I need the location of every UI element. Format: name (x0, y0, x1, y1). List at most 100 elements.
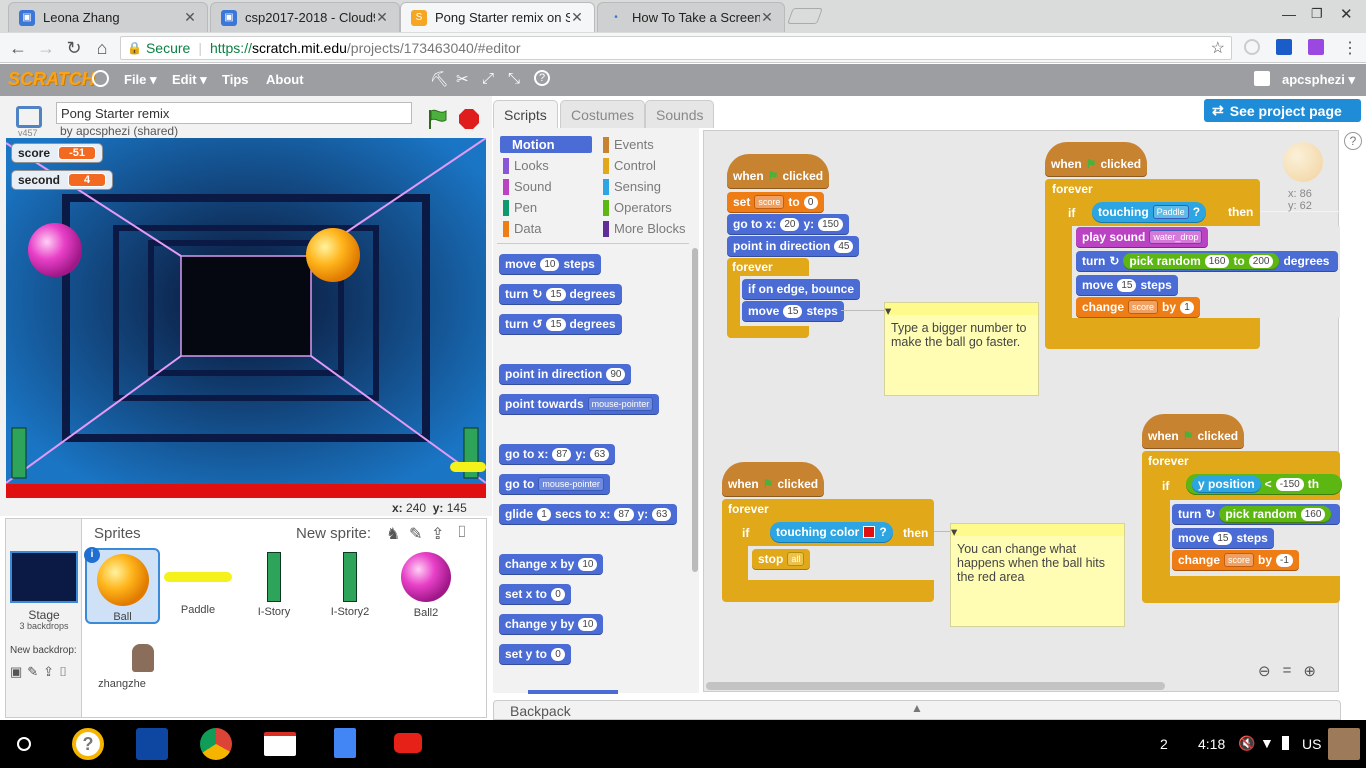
close-tab-icon[interactable]: ✕ (183, 9, 197, 26)
grow-tool-icon[interactable]: ⤢ (482, 70, 494, 87)
gmail-icon[interactable] (264, 732, 296, 756)
fullscreen-icon[interactable] (16, 106, 42, 128)
palette-goto-xy-block[interactable]: go to x: 87 y: 63 (499, 444, 616, 464)
category-pen[interactable]: Pen (500, 199, 600, 216)
notification-count[interactable]: 2 (1160, 736, 1168, 752)
launcher-icon[interactable] (17, 737, 31, 751)
browser-tab-active[interactable]: S Pong Starter remix on Sc ✕ (400, 2, 595, 32)
sprite-i-story2[interactable]: I-Story2 (314, 550, 386, 622)
tab-sounds[interactable]: Sounds (645, 100, 715, 128)
docs-icon[interactable] (334, 728, 356, 758)
palette-turn-left-block[interactable]: turn ↺ 15 degrees (499, 314, 622, 334)
palette-set-x-block[interactable]: set x to 0 (499, 584, 572, 604)
category-events[interactable]: Events (600, 136, 700, 153)
backpack-expand-icon[interactable]: ▲ (911, 701, 923, 715)
palette-change-y-block[interactable]: change y by 10 (499, 614, 604, 634)
close-tab-icon[interactable]: ✕ (570, 9, 584, 26)
minimize-icon[interactable]: — (1282, 6, 1296, 22)
goto-xy-block[interactable]: go to x: 20 y: 150 (727, 214, 849, 234)
menu-tips[interactable]: Tips (222, 72, 249, 87)
when-flag-clicked-hat[interactable]: when ⚑ clicked (722, 462, 825, 496)
category-sensing[interactable]: Sensing (600, 178, 700, 195)
new-tab-button[interactable] (787, 8, 823, 24)
paint-sprite-icon[interactable]: ✎ (409, 524, 422, 544)
variable-monitor-score[interactable]: score -51 (11, 143, 104, 163)
help-icon[interactable]: ? (1344, 132, 1362, 150)
url-input[interactable]: 🔒 Secure | https://scratch.mit.edu/proje… (120, 36, 1232, 60)
palette-move-block[interactable]: move 10 steps (499, 254, 601, 274)
bookmark-star-icon[interactable]: ☆ (1211, 38, 1225, 58)
delete-tool-icon[interactable]: ✂ (456, 70, 469, 88)
browser-tab[interactable]: ▣ Leona Zhang ✕ (8, 2, 208, 32)
move-block[interactable]: move 15 steps (742, 301, 844, 321)
project-title-input[interactable] (56, 102, 412, 124)
menu-edit[interactable]: Edit ▾ (172, 72, 207, 88)
play-sound-block[interactable]: play sound water_drop (1076, 227, 1209, 247)
extension-icon[interactable] (1308, 39, 1324, 55)
sprite-ball2[interactable]: Ball2 (390, 550, 462, 622)
palette-goto-block[interactable]: go to mouse-pointer (499, 474, 610, 494)
set-variable-block[interactable]: set score to 0 (727, 192, 824, 212)
stage-thumbnail[interactable] (10, 551, 78, 603)
close-tab-icon[interactable]: ✕ (760, 9, 774, 26)
user-menu[interactable]: apcsphezi ▾ (1282, 72, 1355, 88)
chrome-icon[interactable] (200, 728, 232, 760)
reload-icon[interactable]: ↻ (62, 36, 86, 60)
help-app-icon[interactable]: ? (72, 728, 104, 760)
comment-note[interactable]: ▾ Type a bigger number to make the ball … (884, 302, 1039, 396)
change-variable-block[interactable]: change score by -1 (1172, 550, 1299, 570)
help-icon[interactable]: ? (534, 70, 550, 86)
sprite-paddle[interactable]: Paddle (162, 550, 234, 622)
zoom-out-icon[interactable]: ⊖ (1258, 662, 1271, 680)
my-stuff-icon[interactable] (1254, 71, 1270, 86)
backdrop-tools-icon[interactable]: ▣✎⇪⌷ (10, 664, 72, 680)
wifi-icon[interactable]: ▼ (1260, 735, 1274, 751)
tab-scripts[interactable]: Scripts (493, 100, 558, 128)
app-icon[interactable] (136, 728, 168, 760)
language-globe-icon[interactable] (92, 70, 109, 87)
palette-turn-right-block[interactable]: turn ↻ 15 degrees (499, 284, 622, 304)
chrome-menu-icon[interactable]: ⋮ (1342, 38, 1358, 58)
change-variable-block[interactable]: change score by 1 (1076, 297, 1201, 317)
sprite-library-icon[interactable]: ♞ (386, 524, 400, 544)
category-more-blocks[interactable]: More Blocks (600, 220, 700, 237)
turn-random-block[interactable]: turn ↻ pick random 160 (1172, 504, 1340, 524)
stage-canvas[interactable] (6, 138, 486, 498)
extension-icon[interactable] (1276, 39, 1292, 55)
tab-costumes[interactable]: Costumes (560, 100, 646, 128)
less-than-block[interactable]: y position < -150 th (1186, 474, 1342, 494)
category-control[interactable]: Control (600, 157, 700, 174)
forward-icon[interactable]: → (34, 36, 58, 60)
camera-icon[interactable]: ⌷ (457, 524, 467, 542)
sprite-zhangzhe[interactable]: zhangzhe (86, 626, 158, 698)
keyboard-locale[interactable]: US (1302, 736, 1321, 752)
browser-tab[interactable]: ▣ csp2017-2018 - Cloud9 ✕ (210, 2, 400, 32)
point-direction-block[interactable]: point in direction 45 (727, 236, 860, 256)
when-flag-clicked-hat[interactable]: when ⚑ clicked (727, 154, 830, 188)
move-block[interactable]: move 15 steps (1076, 275, 1178, 295)
variable-monitor-second[interactable]: second 4 (11, 170, 114, 190)
palette-point-towards-block[interactable]: point towards mouse-pointer (499, 394, 660, 414)
extension-icon[interactable] (1244, 39, 1260, 55)
category-sound[interactable]: Sound (500, 178, 600, 195)
menu-about[interactable]: About (266, 72, 304, 87)
when-flag-clicked-hat[interactable]: when ⚑ clicked (1045, 142, 1148, 176)
sprite-i-story[interactable]: I-Story (238, 550, 310, 622)
close-tab-icon[interactable]: ✕ (375, 9, 389, 26)
see-project-page-button[interactable]: ⇄ See project page (1204, 99, 1361, 122)
close-window-icon[interactable]: ✕ (1340, 5, 1353, 23)
stop-icon[interactable] (458, 108, 480, 130)
home-icon[interactable]: ⌂ (90, 36, 114, 60)
zoom-reset-icon[interactable]: = (1283, 662, 1292, 680)
browser-tab[interactable]: • How To Take a Screensh ✕ (597, 2, 785, 32)
clock[interactable]: 4:18 (1198, 736, 1225, 752)
comment-note[interactable]: ▾ You can change what happens when the b… (950, 523, 1125, 627)
sprite-info-icon[interactable]: i (84, 547, 100, 563)
stop-all-block[interactable]: stop all (752, 549, 811, 569)
palette-change-x-block[interactable]: change x by 10 (499, 554, 604, 574)
category-looks[interactable]: Looks (500, 157, 600, 174)
category-motion[interactable]: Motion (500, 136, 600, 153)
color-swatch[interactable] (863, 526, 876, 538)
user-avatar[interactable] (1328, 728, 1360, 760)
palette-glide-block[interactable]: glide 1 secs to x: 87 y: 63 (499, 504, 678, 524)
